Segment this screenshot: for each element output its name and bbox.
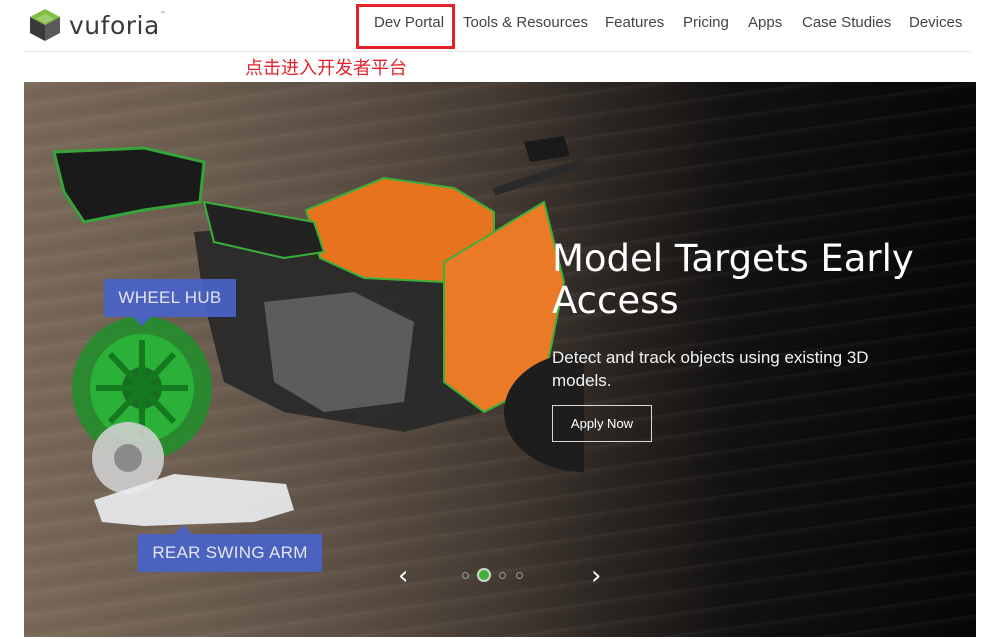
carousel-dot-1[interactable] bbox=[462, 571, 469, 579]
nav-apps[interactable]: Apps bbox=[748, 14, 782, 31]
site-header: vuforia™ Dev Portal Tools & Resources Fe… bbox=[0, 0, 1000, 52]
vuforia-cube-icon bbox=[30, 9, 60, 41]
header-divider bbox=[24, 51, 971, 52]
carousel-dot-2[interactable] bbox=[477, 568, 491, 582]
brand-name: vuforia™ bbox=[69, 10, 167, 40]
annotation-caption: 点击进入开发者平台 bbox=[245, 58, 407, 79]
rear-swing-arm-label: REAR SWING ARM bbox=[138, 525, 322, 572]
nav-pricing[interactable]: Pricing bbox=[683, 14, 729, 31]
hero-title: Model Targets Early Access bbox=[552, 237, 914, 322]
nav-devices[interactable]: Devices bbox=[909, 14, 962, 31]
carousel-dot-4[interactable] bbox=[516, 571, 523, 579]
apply-now-button[interactable]: Apply Now bbox=[552, 405, 652, 442]
wheel-hub-label: WHEEL HUB bbox=[104, 279, 236, 326]
carousel-dot-3[interactable] bbox=[499, 571, 506, 579]
carousel-indicators bbox=[462, 568, 533, 582]
chevron-left-icon[interactable]: ‹ bbox=[398, 563, 408, 589]
annotation-highlight-box bbox=[356, 4, 455, 49]
nav-features[interactable]: Features bbox=[605, 14, 664, 31]
nav-tools-resources[interactable]: Tools & Resources bbox=[463, 14, 588, 31]
hero-subtitle: Detect and track objects using existing … bbox=[552, 348, 869, 390]
vuforia-logo[interactable]: vuforia™ bbox=[29, 8, 166, 42]
hero-carousel: WHEEL HUB REAR SWING ARM Model Targets E… bbox=[24, 82, 976, 637]
chevron-right-icon[interactable]: › bbox=[591, 563, 601, 589]
nav-case-studies[interactable]: Case Studies bbox=[802, 14, 891, 31]
